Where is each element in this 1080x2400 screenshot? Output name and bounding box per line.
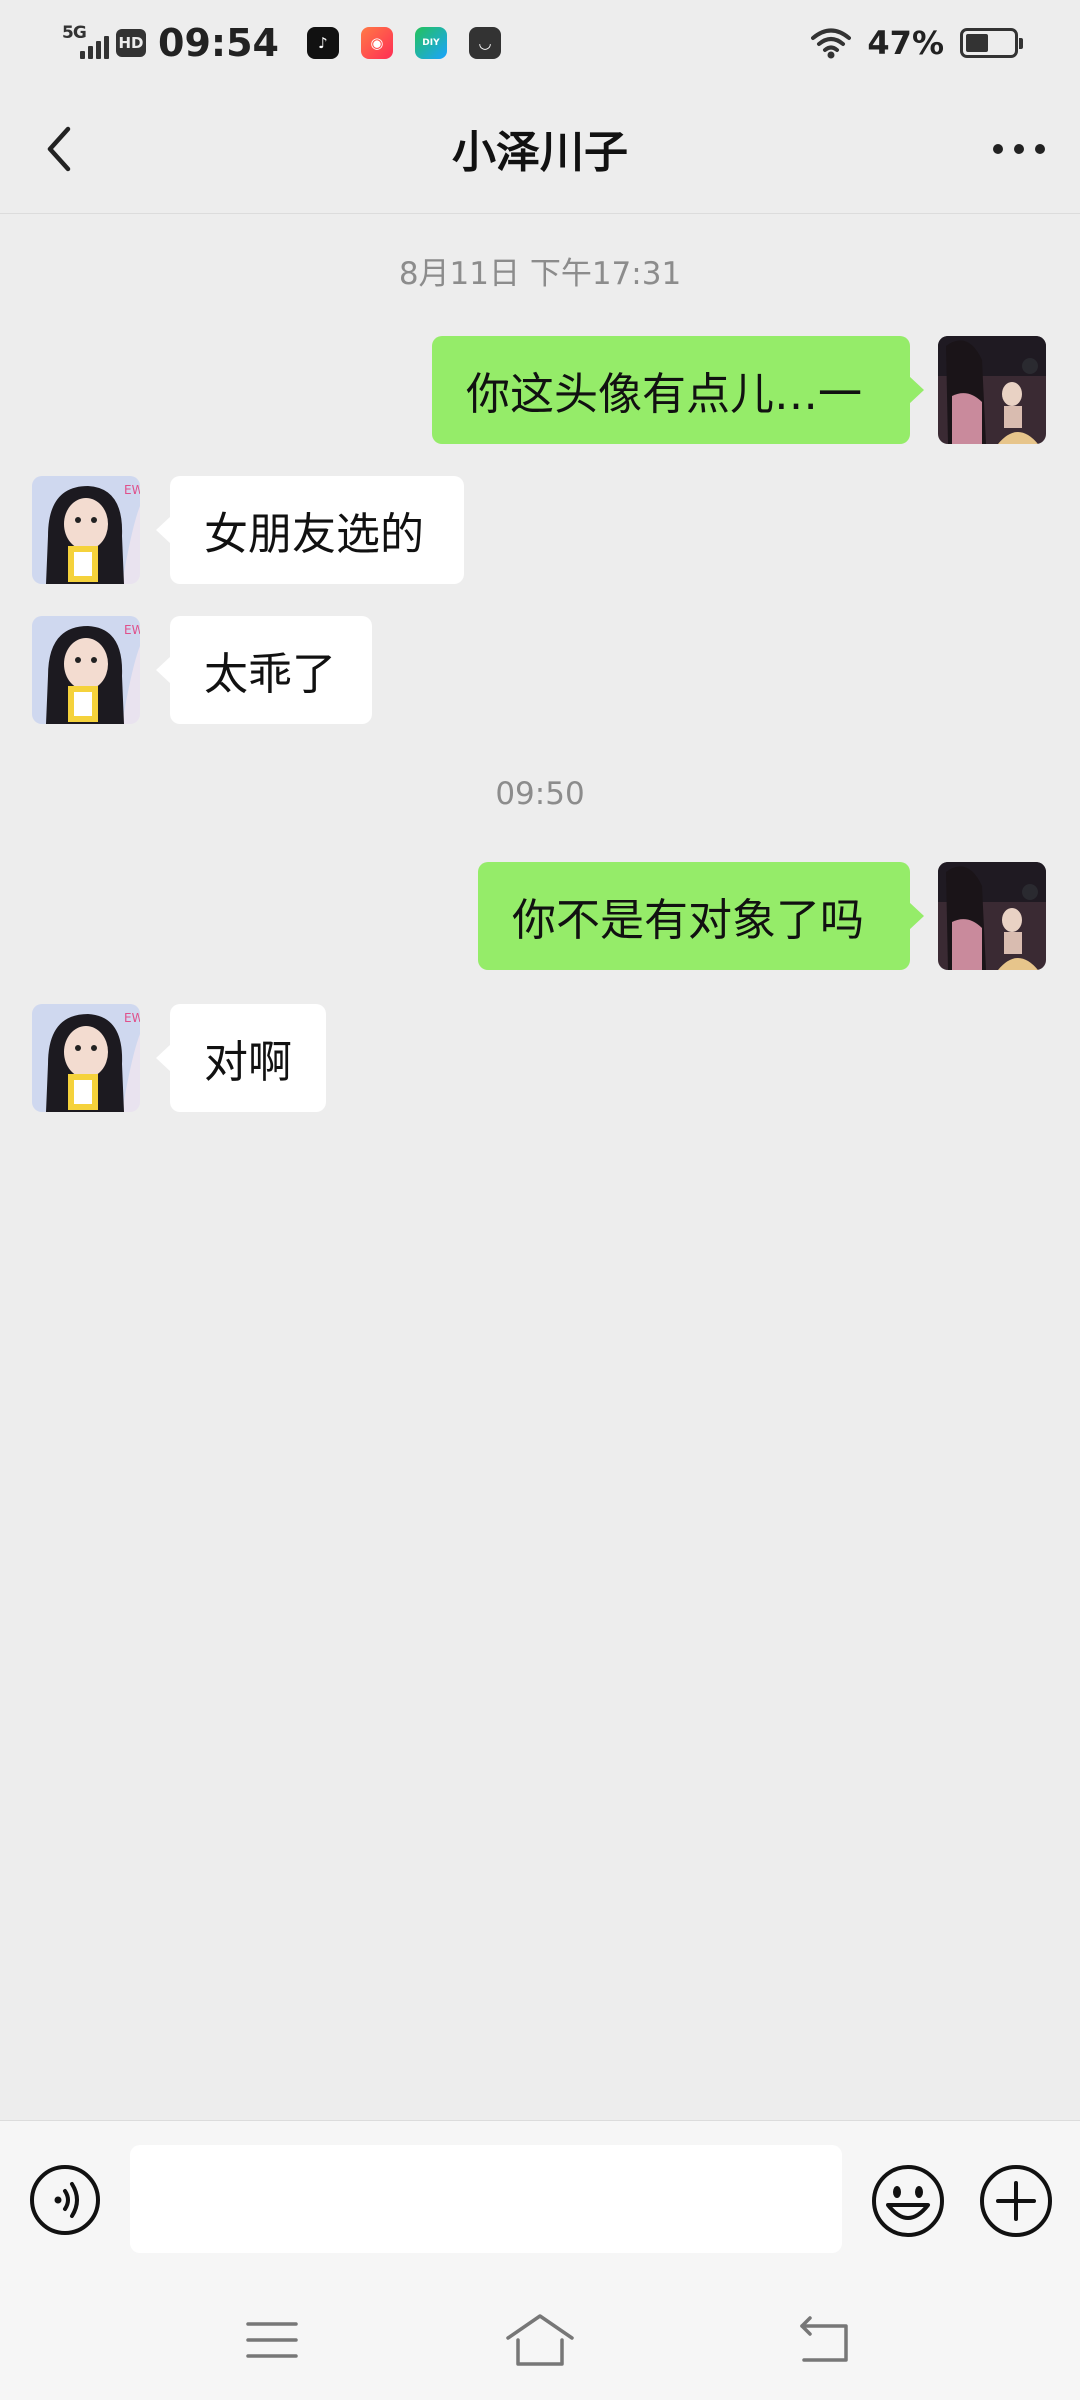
contact-avatar[interactable]: EW (32, 476, 140, 584)
message-bubble-incoming[interactable]: 太乖了 (156, 616, 372, 724)
input-bar (0, 2120, 1080, 2280)
emoji-button[interactable] (870, 2163, 946, 2239)
system-back-button[interactable] (796, 2312, 852, 2368)
home-icon (506, 2314, 574, 2366)
more-dots-icon (993, 144, 1045, 154)
contact-avatar[interactable]: EW (32, 1004, 140, 1112)
shop-app-icon: ◡ (468, 27, 501, 59)
signal-icon: 5G (62, 23, 109, 63)
status-bar: 5G HD 09:54 ♪ ◉ DIY ◡ 47% (0, 0, 1080, 84)
svg-text:EW: EW (124, 1011, 140, 1025)
kuaishou-app-icon: ◉ (360, 27, 393, 59)
message-timestamp: 8月11日 下午17:31 (398, 256, 682, 292)
message-bubble-outgoing[interactable]: 你这头像有点儿…一 (432, 336, 924, 444)
message-input[interactable] (130, 2145, 842, 2253)
back-arrow-icon (800, 2316, 848, 2362)
chevron-left-icon (47, 126, 71, 172)
emoji-icon (872, 2165, 944, 2237)
diy-app-icon: DIY (414, 27, 447, 59)
message-bubble-outgoing[interactable]: 你不是有对象了吗 (478, 862, 924, 970)
svg-text:EW: EW (124, 623, 140, 637)
battery-percent: 47% (867, 24, 944, 62)
contact-avatar[interactable]: EW (32, 616, 140, 724)
message-bubble-incoming[interactable]: 对啊 (156, 1004, 326, 1112)
voice-icon (30, 2165, 100, 2235)
message-timestamp: 09:50 (495, 776, 585, 812)
my-avatar[interactable] (938, 862, 1046, 970)
chat-title: 小泽川子 (452, 127, 628, 178)
voice-button[interactable] (28, 2163, 102, 2237)
chat-header: 小泽川子 (0, 84, 1080, 214)
back-button[interactable] (28, 118, 90, 180)
battery-fill (966, 34, 988, 52)
wifi-icon (811, 27, 852, 59)
recents-button[interactable] (244, 2314, 300, 2366)
message-bubble-incoming[interactable]: 女朋友选的 (156, 476, 464, 584)
plus-icon (980, 2165, 1052, 2237)
tiktok-app-icon: ♪ (306, 27, 339, 59)
my-avatar[interactable] (938, 336, 1046, 444)
more-button[interactable] (984, 118, 1054, 180)
battery-icon (960, 28, 1023, 58)
status-time: 09:54 (158, 21, 279, 65)
system-nav-bar (0, 2280, 1080, 2400)
menu-icon (246, 2322, 298, 2358)
more-actions-button[interactable] (978, 2163, 1054, 2239)
hd-badge: HD (116, 29, 146, 57)
svg-text:EW: EW (124, 483, 140, 497)
home-button[interactable] (504, 2310, 576, 2370)
